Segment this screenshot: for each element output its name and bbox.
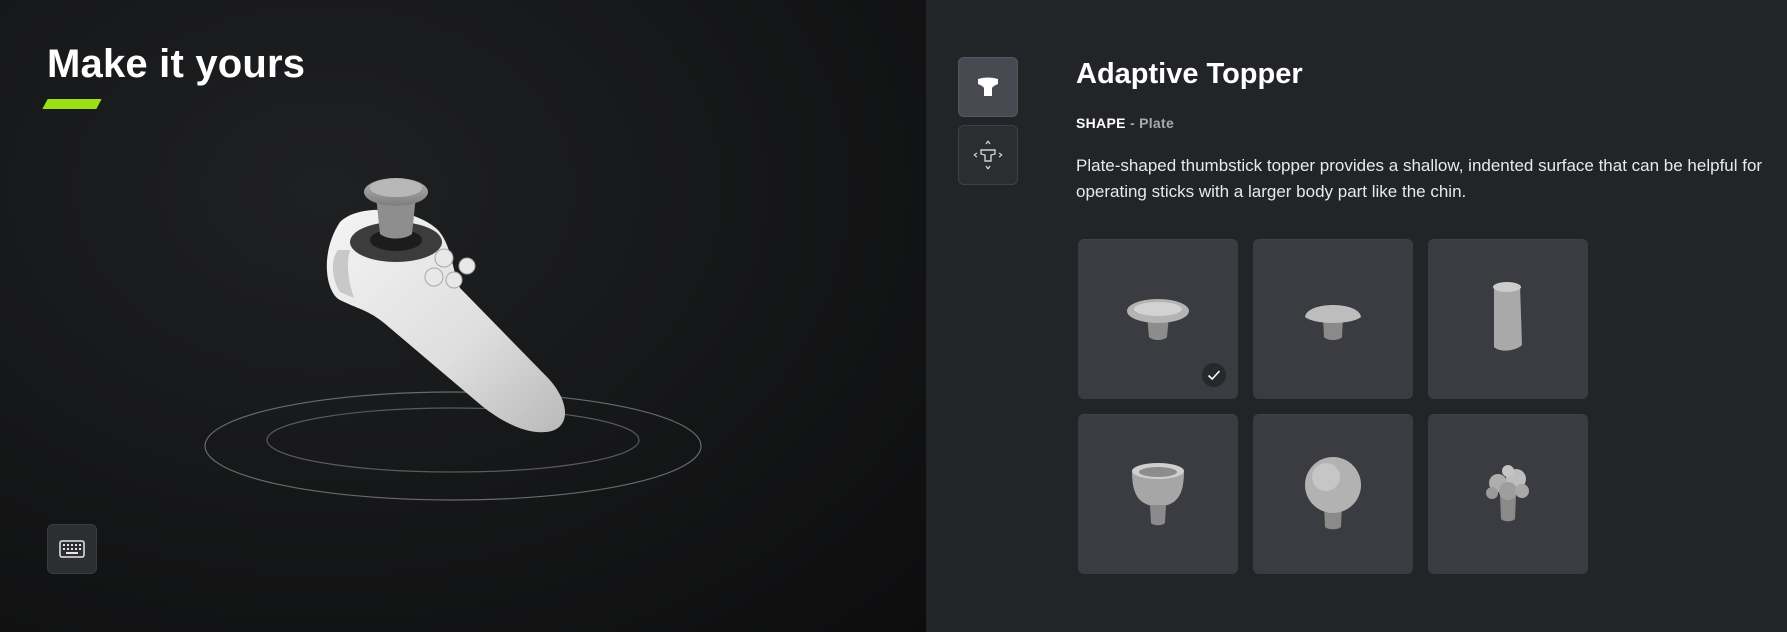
shape-value: Plate <box>1139 115 1175 131</box>
topper-category-tabs <box>958 57 1018 193</box>
keyboard-controls-button[interactable] <box>47 524 97 574</box>
selected-check-icon <box>1202 363 1226 387</box>
topper-option-plate[interactable] <box>1078 239 1238 399</box>
title-accent-bar <box>42 99 102 109</box>
topper-option-cylinder[interactable] <box>1428 239 1588 399</box>
topper-option-textured[interactable] <box>1428 414 1588 574</box>
keyboard-icon <box>59 540 85 558</box>
description-line-2: operating sticks with a larger body part… <box>1076 182 1467 201</box>
topper-option-dome[interactable] <box>1253 239 1413 399</box>
controller-model <box>326 178 566 433</box>
tab-topper-position[interactable] <box>958 125 1018 185</box>
shape-selection-label: SHAPE - Plate <box>1076 115 1787 131</box>
topper-options-grid <box>1078 239 1588 574</box>
tab-topper-shape[interactable] <box>958 57 1018 117</box>
topper-icon <box>978 77 998 96</box>
description-line-1: Plate-shaped thumbstick topper provides … <box>1076 156 1763 175</box>
cup-topper-icon <box>1132 463 1184 526</box>
topper-details-pane: Adaptive Topper SHAPE - Plate Plate-shap… <box>926 0 1787 632</box>
cylinder-topper-icon <box>1493 282 1522 351</box>
topper-option-cup[interactable] <box>1078 414 1238 574</box>
shape-separator: - <box>1129 115 1135 131</box>
controller-3d-view[interactable] <box>190 160 730 520</box>
turntable-inner-ring <box>266 407 640 473</box>
plate-topper-icon <box>1127 299 1189 340</box>
topper-info: Adaptive Topper SHAPE - Plate Plate-shap… <box>1076 58 1787 205</box>
page-title: Make it yours <box>47 42 306 86</box>
topper-option-ball[interactable] <box>1253 414 1413 574</box>
customize-screen: Make it yours Adaptive Topper SHAPE - Pl… <box>0 0 1787 632</box>
ball-topper-icon <box>1305 457 1361 530</box>
topper-position-icon <box>973 140 1003 170</box>
shape-description: Plate-shaped thumbstick topper provides … <box>1076 153 1787 205</box>
dome-topper-icon <box>1305 305 1361 340</box>
topper-heading: Adaptive Topper <box>1076 58 1303 90</box>
shape-label: SHAPE <box>1076 115 1126 131</box>
textured-topper-icon <box>1486 465 1529 522</box>
controller-preview-pane: Make it yours <box>0 0 926 632</box>
